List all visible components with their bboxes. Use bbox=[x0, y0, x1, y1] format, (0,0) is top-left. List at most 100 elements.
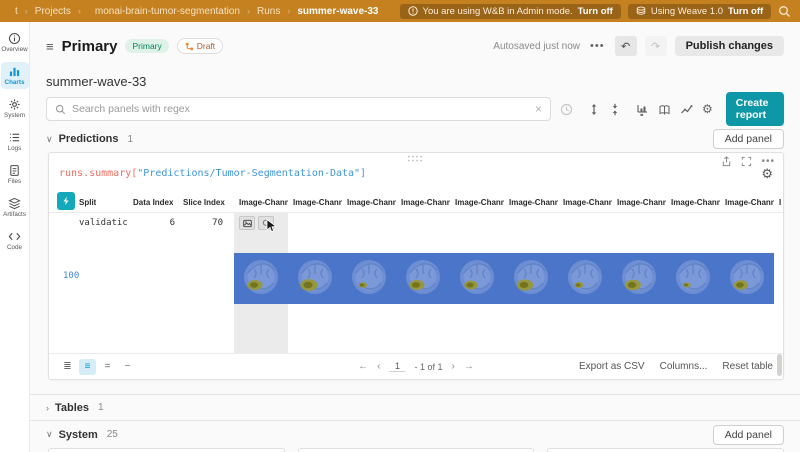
run-sidebar: Overview Charts System Logs Files Artifa… bbox=[0, 22, 30, 452]
segmentation-image[interactable] bbox=[720, 253, 774, 304]
top-navbar: t › Projects › monai-brain-tumor-segment… bbox=[0, 0, 800, 22]
first-page-icon[interactable]: ← bbox=[358, 361, 368, 372]
column-header-image-channel[interactable]: Image-Channe bbox=[342, 191, 396, 213]
axis-settings-icon[interactable] bbox=[636, 102, 649, 116]
history-icon[interactable] bbox=[560, 102, 573, 116]
sidebar-item-system[interactable]: System bbox=[1, 95, 29, 122]
breadcrumb-projects[interactable]: Projects bbox=[35, 6, 71, 17]
layers-icon bbox=[8, 197, 21, 210]
column-header-image-channel[interactable]: Image-Channe bbox=[612, 191, 666, 213]
reset-table-button[interactable]: Reset table bbox=[722, 361, 773, 372]
sidebar-item-files[interactable]: Files bbox=[1, 161, 29, 188]
segmentation-image-row[interactable] bbox=[234, 253, 774, 304]
segmentation-image[interactable] bbox=[234, 253, 288, 304]
sidebar-item-logs[interactable]: Logs bbox=[1, 128, 29, 155]
admin-turn-off-button[interactable]: Turn off bbox=[578, 6, 613, 17]
last-page-icon[interactable]: → bbox=[464, 361, 474, 372]
chevron-right-icon[interactable]: › bbox=[46, 403, 49, 413]
panel-settings-gear-icon[interactable]: ⚙ bbox=[761, 167, 773, 180]
next-page-icon[interactable]: › bbox=[452, 361, 455, 372]
page-range-label: - 1 of 1 bbox=[414, 361, 443, 372]
query-prefix: runs.summary[ bbox=[59, 168, 138, 179]
sidebar-item-charts[interactable]: Charts bbox=[0, 62, 29, 89]
predictions-table-panel[interactable]: •••• •••• ••• runs.summary["Predictions/T… bbox=[48, 152, 784, 380]
segmentation-image[interactable] bbox=[288, 253, 342, 304]
column-header-image-channel-truncated[interactable]: I bbox=[774, 191, 783, 213]
prev-page-icon[interactable]: ‹ bbox=[377, 361, 380, 372]
panel-scrollbar[interactable] bbox=[777, 354, 782, 376]
sidebar-item-code[interactable]: Code bbox=[1, 227, 29, 254]
redo-button[interactable]: ↷ bbox=[644, 36, 667, 56]
column-header-image-channel[interactable]: Image-Channe bbox=[396, 191, 450, 213]
page-input[interactable] bbox=[389, 361, 406, 372]
gear-icon bbox=[9, 99, 20, 110]
chevron-down-icon[interactable]: ∨ bbox=[46, 429, 53, 440]
row-height-dense-icon[interactable]: ≣ bbox=[59, 359, 76, 375]
search-input[interactable] bbox=[72, 103, 529, 115]
breadcrumb-runs[interactable]: Runs bbox=[257, 6, 280, 17]
menu-icon[interactable]: ≡ bbox=[46, 39, 54, 54]
column-header-image-channel[interactable]: Image-Channe bbox=[288, 191, 342, 213]
system-panel-card[interactable] bbox=[297, 448, 535, 452]
section-title[interactable]: Predictions bbox=[59, 133, 119, 145]
export-csv-button[interactable]: Export as CSV bbox=[579, 361, 645, 372]
breadcrumb-separator: › bbox=[287, 6, 291, 16]
columns-button[interactable]: Columns... bbox=[660, 361, 708, 372]
panel-query[interactable]: runs.summary["Predictions/Tumor-Segmenta… bbox=[59, 168, 366, 179]
table-actions-icon[interactable] bbox=[57, 192, 75, 210]
publish-changes-button[interactable]: Publish changes bbox=[674, 36, 784, 56]
column-header-split[interactable]: Split bbox=[79, 191, 96, 213]
segmentation-image[interactable] bbox=[342, 253, 396, 304]
overflow-menu-icon[interactable]: ••• bbox=[590, 40, 605, 52]
column-header-image-channel[interactable]: Image-Channe bbox=[450, 191, 504, 213]
expand-panels-icon[interactable] bbox=[588, 102, 600, 116]
undo-button[interactable]: ↶ bbox=[614, 36, 637, 56]
add-panel-button[interactable]: Add panel bbox=[712, 424, 784, 445]
segmentation-image[interactable] bbox=[558, 253, 612, 304]
workspace-settings-gear-icon[interactable]: ⚙ bbox=[702, 102, 713, 116]
breadcrumb-run-name[interactable]: summer-wave-33 bbox=[297, 6, 378, 17]
sparkline-icon[interactable] bbox=[680, 102, 693, 116]
weave-turn-off-button[interactable]: Turn off bbox=[728, 6, 763, 17]
clear-search-icon[interactable]: × bbox=[535, 102, 542, 116]
search-icon[interactable] bbox=[778, 5, 791, 18]
chevron-down-icon[interactable]: ∨ bbox=[46, 134, 53, 145]
system-panel-card[interactable] bbox=[48, 448, 285, 452]
segmentation-image[interactable] bbox=[396, 253, 450, 304]
panel-layout-icon[interactable] bbox=[658, 102, 671, 116]
column-header-image-channel[interactable]: Image-Channe bbox=[558, 191, 612, 213]
info-circle-icon bbox=[8, 32, 21, 45]
segmentation-image[interactable] bbox=[504, 253, 558, 304]
row-height-single-icon[interactable]: − bbox=[119, 359, 136, 375]
section-system: ∨ System 25 Add panel bbox=[30, 420, 800, 448]
breadcrumb-entity[interactable]: t bbox=[15, 6, 18, 17]
fullscreen-icon[interactable] bbox=[741, 156, 752, 167]
breadcrumb-project[interactable]: monai-brain-tumor-segmentation bbox=[95, 6, 240, 17]
column-header-image-channel[interactable]: Image-Channe bbox=[720, 191, 774, 213]
breadcrumb-separator: › bbox=[24, 6, 28, 16]
segmentation-image[interactable] bbox=[612, 253, 666, 304]
system-panel-card[interactable] bbox=[547, 448, 785, 452]
column-header-image-channel[interactable]: Image-Channe bbox=[666, 191, 720, 213]
column-header-slice-index[interactable]: Slice Index bbox=[183, 191, 225, 213]
share-icon[interactable] bbox=[721, 156, 732, 167]
sidebar-item-artifacts[interactable]: Artifacts bbox=[1, 194, 29, 221]
section-title[interactable]: System bbox=[59, 429, 98, 441]
section-title[interactable]: Tables bbox=[55, 402, 89, 414]
drag-handle[interactable]: •••• •••• bbox=[408, 155, 424, 165]
add-panel-button[interactable]: Add panel bbox=[712, 129, 784, 149]
column-header-image-channel[interactable]: Image-Channe bbox=[504, 191, 558, 213]
image-panel-button[interactable] bbox=[239, 216, 255, 230]
segmentation-image[interactable] bbox=[666, 253, 720, 304]
create-report-button[interactable]: Create report bbox=[725, 92, 784, 126]
segmentation-image[interactable] bbox=[450, 253, 504, 304]
collapse-panels-icon[interactable] bbox=[609, 102, 621, 116]
panel-toolbar: × ⚙ Create report bbox=[30, 92, 800, 126]
table-row[interactable]: validatic 6 70 bbox=[49, 213, 783, 235]
panel-search-box[interactable]: × bbox=[46, 97, 551, 121]
column-header-image-channel[interactable]: Image-Channe bbox=[234, 191, 288, 213]
row-height-medium-icon[interactable]: ≡ bbox=[79, 358, 96, 375]
sidebar-item-overview[interactable]: Overview bbox=[1, 29, 29, 56]
column-header-data-index[interactable]: Data Index bbox=[133, 191, 173, 213]
row-height-tall-icon[interactable]: = bbox=[99, 359, 116, 375]
